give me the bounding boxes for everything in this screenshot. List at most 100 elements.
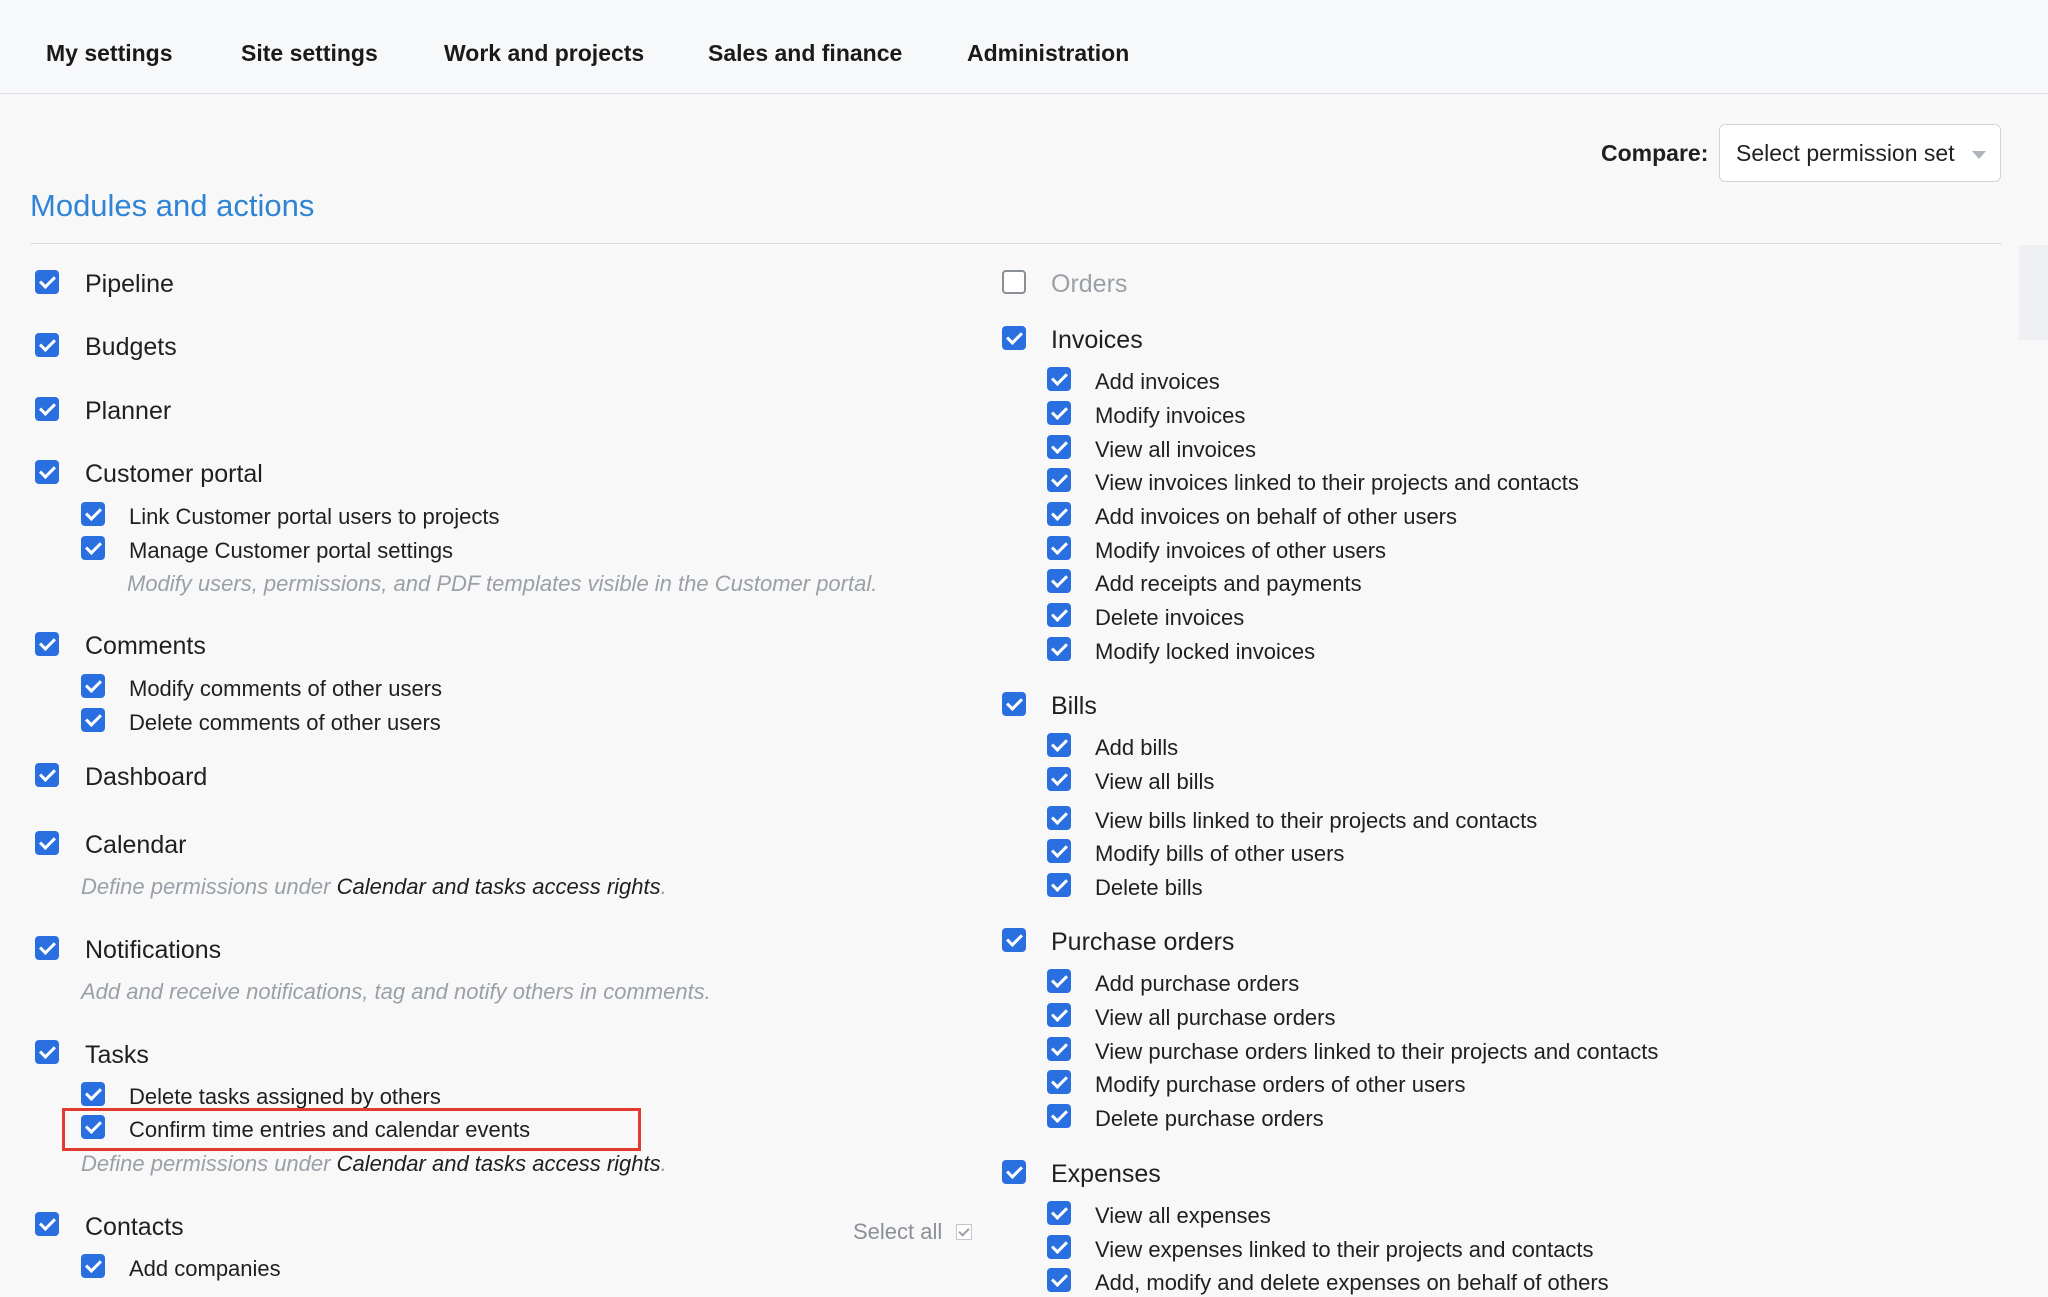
checkbox-purchase-orders-1[interactable] (1047, 1003, 1071, 1027)
module-label-calendar: Calendar (85, 831, 187, 859)
checkbox-calendar[interactable] (35, 831, 59, 855)
checkbox-invoices-6[interactable] (1047, 569, 1071, 593)
checkbox-cp-manage[interactable] (81, 536, 105, 560)
checkbox-invoices-5[interactable] (1047, 536, 1071, 560)
module-label-planner: Planner (85, 397, 172, 425)
checkbox-invoices-8[interactable] (1047, 637, 1071, 661)
checkbox-dashboard[interactable] (35, 763, 59, 787)
top-nav: My settings Site settings Work and proje… (0, 0, 2048, 94)
cp-hint: Modify users, permissions, and PDF templ… (127, 571, 878, 596)
module-label-tasks: Tasks (85, 1041, 149, 1069)
checkbox-comments-modify[interactable] (81, 674, 105, 698)
checkbox-customer-portal[interactable] (35, 460, 59, 484)
checkbox-expenses-1[interactable] (1047, 1235, 1071, 1259)
compare-label: Compare: (1601, 140, 1709, 166)
checkbox-comments[interactable] (35, 632, 59, 656)
checkbox-bills-3[interactable] (1047, 839, 1071, 863)
action-label-expenses: View expenses linked to their projects a… (1095, 1237, 1594, 1262)
action-label-invoices: Modify invoices (1095, 403, 1246, 428)
checkbox-contacts-add[interactable] (81, 1254, 105, 1278)
action-label-purchase-orders: Delete purchase orders (1095, 1106, 1324, 1131)
checkbox-budgets[interactable] (35, 333, 59, 357)
checkbox-contacts[interactable] (35, 1212, 59, 1236)
select-all-link[interactable]: Select all (853, 1218, 942, 1246)
tasks-hint-prefix: Define permissions under (81, 1151, 337, 1176)
action-label-bills: Delete bills (1095, 875, 1203, 900)
module-label-customer-portal: Customer portal (85, 460, 263, 488)
tab-administration[interactable]: Administration (967, 38, 1129, 68)
scrollbar-track[interactable] (2019, 245, 2048, 340)
action-label-purchase-orders: Modify purchase orders of other users (1095, 1072, 1466, 1097)
action-label-cp-link: Link Customer portal users to projects (129, 504, 500, 529)
checkbox-orders[interactable] (1002, 270, 1026, 294)
checkbox-invoices-3[interactable] (1047, 468, 1071, 492)
checkbox-planner[interactable] (35, 397, 59, 421)
action-label-purchase-orders: View purchase orders linked to their pro… (1095, 1039, 1659, 1064)
checkbox-purchase-orders-0[interactable] (1047, 969, 1071, 993)
highlight-box (62, 1108, 641, 1151)
checkbox-invoices[interactable] (1002, 326, 1026, 350)
action-label-bills: Modify bills of other users (1095, 841, 1345, 866)
checkbox-purchase-orders[interactable] (1002, 928, 1026, 952)
tab-my-settings[interactable]: My settings (46, 38, 173, 68)
calendar-hint-suffix: . (660, 874, 667, 899)
checkbox-pipeline[interactable] (35, 270, 59, 294)
module-label-budgets: Budgets (85, 333, 177, 361)
tab-sales-and-finance[interactable]: Sales and finance (708, 38, 902, 68)
checkbox-expenses-0[interactable] (1047, 1201, 1071, 1225)
calendar-access-rights-link[interactable]: Calendar and tasks access rights (337, 874, 661, 899)
module-label-invoices: Invoices (1051, 326, 1143, 354)
action-label-tasks-delete: Delete tasks assigned by others (129, 1084, 441, 1109)
checkbox-invoices-0[interactable] (1047, 367, 1071, 391)
calendar-hint-prefix: Define permissions under (81, 874, 337, 899)
checkbox-bills-2[interactable] (1047, 806, 1071, 830)
module-label-dashboard: Dashboard (85, 763, 208, 791)
checkbox-expenses-2[interactable] (1047, 1268, 1071, 1292)
action-label-bills: View all bills (1095, 769, 1215, 794)
section-title: Modules and actions (30, 188, 315, 223)
checkbox-cp-link[interactable] (81, 502, 105, 526)
checkbox-comments-delete[interactable] (81, 708, 105, 732)
divider (30, 243, 2002, 244)
tasks-access-rights-link[interactable]: Calendar and tasks access rights (337, 1151, 661, 1176)
action-label-invoices: Add invoices on behalf of other users (1095, 504, 1458, 529)
checkbox-tasks[interactable] (35, 1040, 59, 1064)
permission-set-select[interactable]: Select permission set (1719, 124, 2001, 182)
module-label-purchase-orders: Purchase orders (1051, 928, 1235, 956)
action-label-invoices: View all invoices (1095, 437, 1257, 462)
action-label-cp-manage: Manage Customer portal settings (129, 538, 454, 563)
module-label-pipeline: Pipeline (85, 270, 174, 298)
tasks-hint: Define permissions under Calendar and ta… (81, 1150, 667, 1178)
checkbox-bills-0[interactable] (1047, 733, 1071, 757)
checkbox-bills-1[interactable] (1047, 767, 1071, 791)
checkbox-expenses[interactable] (1002, 1160, 1026, 1184)
tasks-hint-suffix: . (660, 1151, 667, 1176)
action-label-invoices: Delete invoices (1095, 605, 1245, 630)
action-label-expenses: View all expenses (1095, 1203, 1271, 1228)
calendar-hint: Define permissions under Calendar and ta… (81, 873, 667, 901)
checkbox-bills-4[interactable] (1047, 873, 1071, 897)
module-label-orders: Orders (1051, 270, 1128, 298)
action-label-invoices: Add receipts and payments (1095, 571, 1362, 596)
checkbox-bills[interactable] (1002, 692, 1026, 716)
checkbox-purchase-orders-4[interactable] (1047, 1104, 1071, 1128)
checkbox-invoices-1[interactable] (1047, 401, 1071, 425)
checkbox-invoices-4[interactable] (1047, 502, 1071, 526)
module-label-comments: Comments (85, 632, 206, 660)
action-label-expenses: Add, modify and delete expenses on behal… (1095, 1270, 1609, 1295)
checkbox-invoices-2[interactable] (1047, 435, 1071, 459)
chevron-down-icon (1972, 151, 1986, 159)
checkbox-tasks-delete[interactable] (81, 1082, 105, 1106)
checkbox-purchase-orders-3[interactable] (1047, 1070, 1071, 1094)
checkbox-purchase-orders-2[interactable] (1047, 1037, 1071, 1061)
tab-site-settings[interactable]: Site settings (241, 38, 378, 68)
action-label-invoices: Modify locked invoices (1095, 639, 1316, 664)
module-label-bills: Bills (1051, 692, 1097, 720)
tab-work-and-projects[interactable]: Work and projects (444, 38, 644, 68)
permission-set-select-value: Select permission set (1736, 140, 1955, 166)
checkbox-invoices-7[interactable] (1047, 603, 1071, 627)
checkbox-notifications[interactable] (35, 936, 59, 960)
action-label-invoices: Add invoices (1095, 369, 1220, 394)
select-all-checkbox[interactable] (956, 1224, 972, 1240)
module-label-contacts: Contacts (85, 1213, 184, 1241)
